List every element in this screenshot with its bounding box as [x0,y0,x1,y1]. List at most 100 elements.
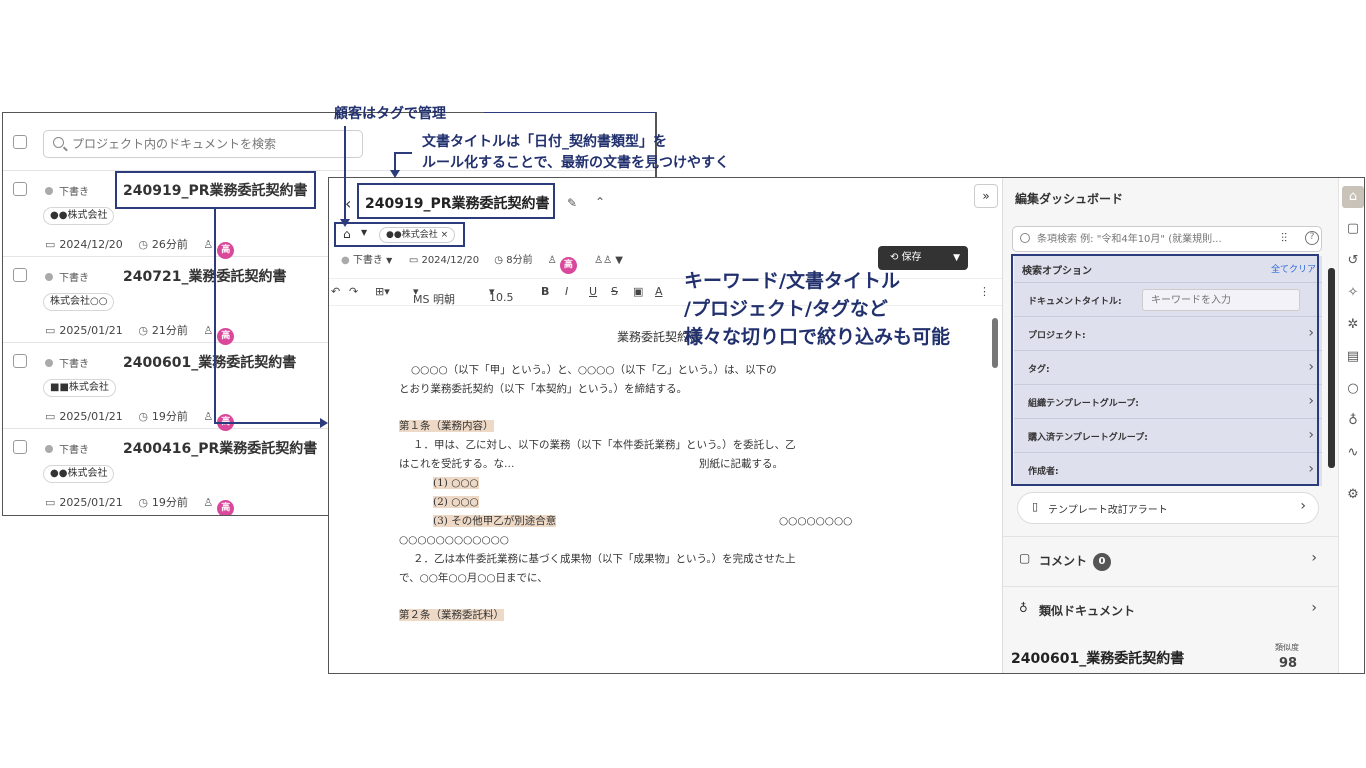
font-size-select[interactable]: 10.5 ▾ [489,285,514,304]
page-line: (3) その他甲乙が別途合意 ○○○○○○○○ [399,512,919,531]
customer-tag[interactable]: ●●株式会社 [43,465,115,483]
status-label: 下書き [45,269,89,284]
comment-label-text: コメント [1039,554,1088,568]
gear-icon[interactable]: ⚙ [1342,484,1364,506]
status-dot-icon [45,187,53,195]
dashboard-scrollbar[interactable] [1328,268,1335,468]
person-icon: ♙ [203,496,214,509]
clock-icon: ◷ [138,496,148,509]
help-icon[interactable]: ? [1305,231,1319,245]
search-icon[interactable]: ○ [1342,378,1364,400]
underline-icon[interactable]: U [589,285,597,298]
customer-tag[interactable]: 株式会社○○ [43,293,115,311]
annotation-frame-line [484,112,656,113]
connector-line [214,209,216,423]
item-checkbox[interactable] [13,440,27,454]
list-item-text: (3) その他甲乙が別途合意 [433,515,557,527]
item-checkbox[interactable] [13,182,27,196]
template-revision-alert-button[interactable]: ▯ テンプレート改訂アラート › [1017,492,1319,524]
page-line: で、○○年○○月○○日までに、 [399,572,548,584]
item-checkbox[interactable] [13,268,27,282]
document-search-box[interactable] [43,130,363,158]
chevron-down-icon[interactable]: ▼ [386,256,395,265]
page-line-text: はこれを受託する。な… [399,458,515,470]
collapse-panel-button[interactable]: » [974,184,998,208]
history-icon[interactable]: ↺ [1342,250,1364,272]
activity-icon[interactable]: ∿ [1342,442,1364,464]
edit-icon[interactable]: ✎ [567,196,577,210]
clause-search-input[interactable] [1037,231,1267,247]
chevron-down-icon[interactable]: ▼ [953,246,960,270]
annotation-arrow-head [390,170,400,178]
dashboard-title: 編集ダッシュボード [1015,192,1124,206]
status-dot-icon [45,359,53,367]
document-date: 2025/01/21 [59,410,123,423]
document-icon: ▯ [1032,500,1039,513]
page-line: １．甲は、乙に対し、以下の業務（以下「本件委託業務」という。）を委託し、乙 [413,439,796,451]
similar-document-title[interactable]: 2400601_業務委託契約書 [1011,648,1184,668]
members-icon[interactable]: ♙♙ ▼ [594,255,623,266]
editor-main: ‹ 240919_PR業務委託契約書 ✎ ⌃ » ⌂ ▼ ●●株式会社 × ● … [329,178,1002,673]
more-options-icon[interactable]: ⋮ [979,285,990,298]
filter-annotation-text-2: /プロジェクト/タグなど [684,298,888,320]
font-select[interactable]: MS 明朝 ▾ [413,285,455,306]
book-icon[interactable]: ▤ [1342,346,1364,368]
document-title[interactable]: 240721_業務委託契約書 [123,266,286,286]
list-item-text: (2) ○○○ [433,496,479,508]
status-label: 下書き [45,441,89,456]
page-line: (1) ○○○ [399,474,919,493]
puzzle-icon[interactable]: ✲ [1342,314,1364,336]
alert-label: テンプレート改訂アラート [1048,505,1168,516]
calendar-icon: ▭ [45,238,56,251]
page-line: 第２条（業務委託料） [399,606,919,625]
status-dot-icon: ● [341,255,350,266]
calendar-icon: ▭ [45,324,56,337]
item-checkbox[interactable] [13,354,27,368]
chevron-right-icon: › [1311,550,1317,566]
clock-icon: ◷ [138,324,148,337]
page-line: ○○○○○○○○○○○○ [399,534,509,546]
select-all-checkbox[interactable] [13,135,27,149]
person-icon: ♙ [547,255,557,266]
font-color-icon[interactable]: A [655,285,663,298]
page-line: (2) ○○○ [399,493,919,512]
table-icon[interactable]: ⊞▾ [375,285,390,298]
home-icon[interactable]: ⌂ [1342,186,1364,208]
similarity-label: 類似度 [1275,643,1299,652]
italic-icon[interactable]: I [565,285,568,298]
document-title[interactable]: 2400416_PR業務委託契約書 [123,438,317,458]
comment-label: コメント 0 [1039,552,1112,571]
comment-icon[interactable]: ▢ [1342,218,1364,240]
document-page[interactable]: 業務委託契約書 ○○○○（以下「甲」という。）と、○○○○（以下「乙」という。）… [399,328,919,673]
status-text: 下書き [59,445,89,456]
expand-icon[interactable]: ⌃ [595,195,605,209]
save-label: 保存 [901,252,922,263]
filter-annotation-text-3: 様々な切り口で絞り込みも可能 [684,326,951,348]
redo-icon[interactable]: ↷ [349,285,358,298]
connector-line [214,422,320,424]
document-meta: ▭2025/01/21 ◷19分前 ♙高 [45,408,235,431]
status-label: 下書き [45,355,89,370]
comment-section[interactable]: ▢ コメント 0 › [1003,536,1339,584]
filter-icon[interactable]: ⫶⫶ [1281,231,1287,246]
ribbon-icon[interactable]: ♁ [1342,410,1364,432]
editor-scrollbar[interactable] [992,318,998,368]
calendar-icon: ▭ [45,496,56,509]
document-title[interactable]: 2400601_業務委託契約書 [123,352,296,372]
chevron-right-icon: › [1300,498,1306,514]
image-icon[interactable]: ▣ [633,285,643,298]
connector-arrow-head [320,418,328,428]
document-search-input[interactable] [72,135,352,153]
updated-ago: 21分前 [151,324,188,337]
bold-icon[interactable]: B [541,285,549,298]
undo-icon[interactable]: ↶ [331,285,340,298]
clause-search-box[interactable]: ⫶⫶ ? [1012,226,1322,252]
strikethrough-icon[interactable]: S [611,285,618,298]
status-text[interactable]: 下書き [353,255,383,266]
font-name: MS 明朝 [413,293,455,306]
similar-documents-section[interactable]: ♁ 類似ドキュメント › [1003,586,1339,634]
article-heading: 第２条（業務委託料） [399,609,504,621]
customer-tag[interactable]: ●●株式会社 [43,207,115,225]
magic-icon[interactable]: ✧ [1342,282,1364,304]
customer-tag[interactable]: ■■株式会社 [43,379,116,397]
